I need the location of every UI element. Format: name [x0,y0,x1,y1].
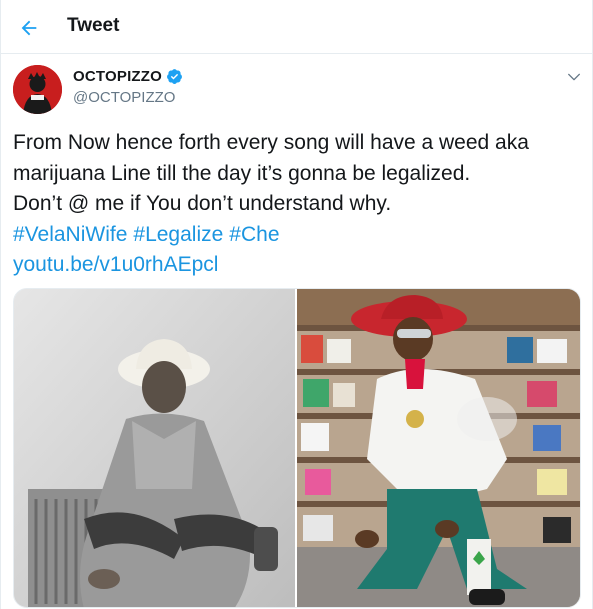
display-name[interactable]: OCTOPIZZO [73,68,162,85]
tweet-text-line: Don’t @ me if You don’t understand why. [13,192,392,215]
page-title: Tweet [67,15,120,36]
tweet-text-line: marijuana Line till the day it’s gonna b… [13,161,471,185]
avatar-image [13,65,62,114]
photo-black-and-white-man-in-hat[interactable] [14,289,295,607]
hashtag-link[interactable]: #Legalize [133,223,223,246]
tweet-media [13,288,581,608]
youtube-link[interactable]: youtu.be/v1u0rhAEpcl [13,253,218,276]
back-button[interactable] [13,12,45,44]
photo-right-image [297,289,580,607]
author-handle[interactable]: @OCTOPIZZO [73,89,175,106]
avatar[interactable] [13,65,62,114]
tweet-text-line: From Now hence forth every song will hav… [13,131,529,154]
hashtag-link[interactable]: #VelaNiWife [13,223,127,246]
photo-man-in-red-hat-smoking[interactable] [297,289,580,607]
hashtag-link[interactable]: #Che [229,223,279,246]
arrow-left-icon [21,20,37,36]
tweet-page: Tweet OCTOPIZZO @OCTOPIZZO From Now henc… [0,0,593,609]
chevron-down-icon [568,73,580,81]
verified-badge-icon [167,69,182,84]
more-options-button[interactable] [563,66,585,88]
author-name-row: OCTOPIZZO [73,68,183,85]
header: Tweet [1,0,593,54]
tweet-text: From Now hence forth every song will hav… [13,128,588,281]
photo-left-image [14,289,295,607]
hashtag-row: #VelaNiWife #Legalize #Che [13,220,588,251]
